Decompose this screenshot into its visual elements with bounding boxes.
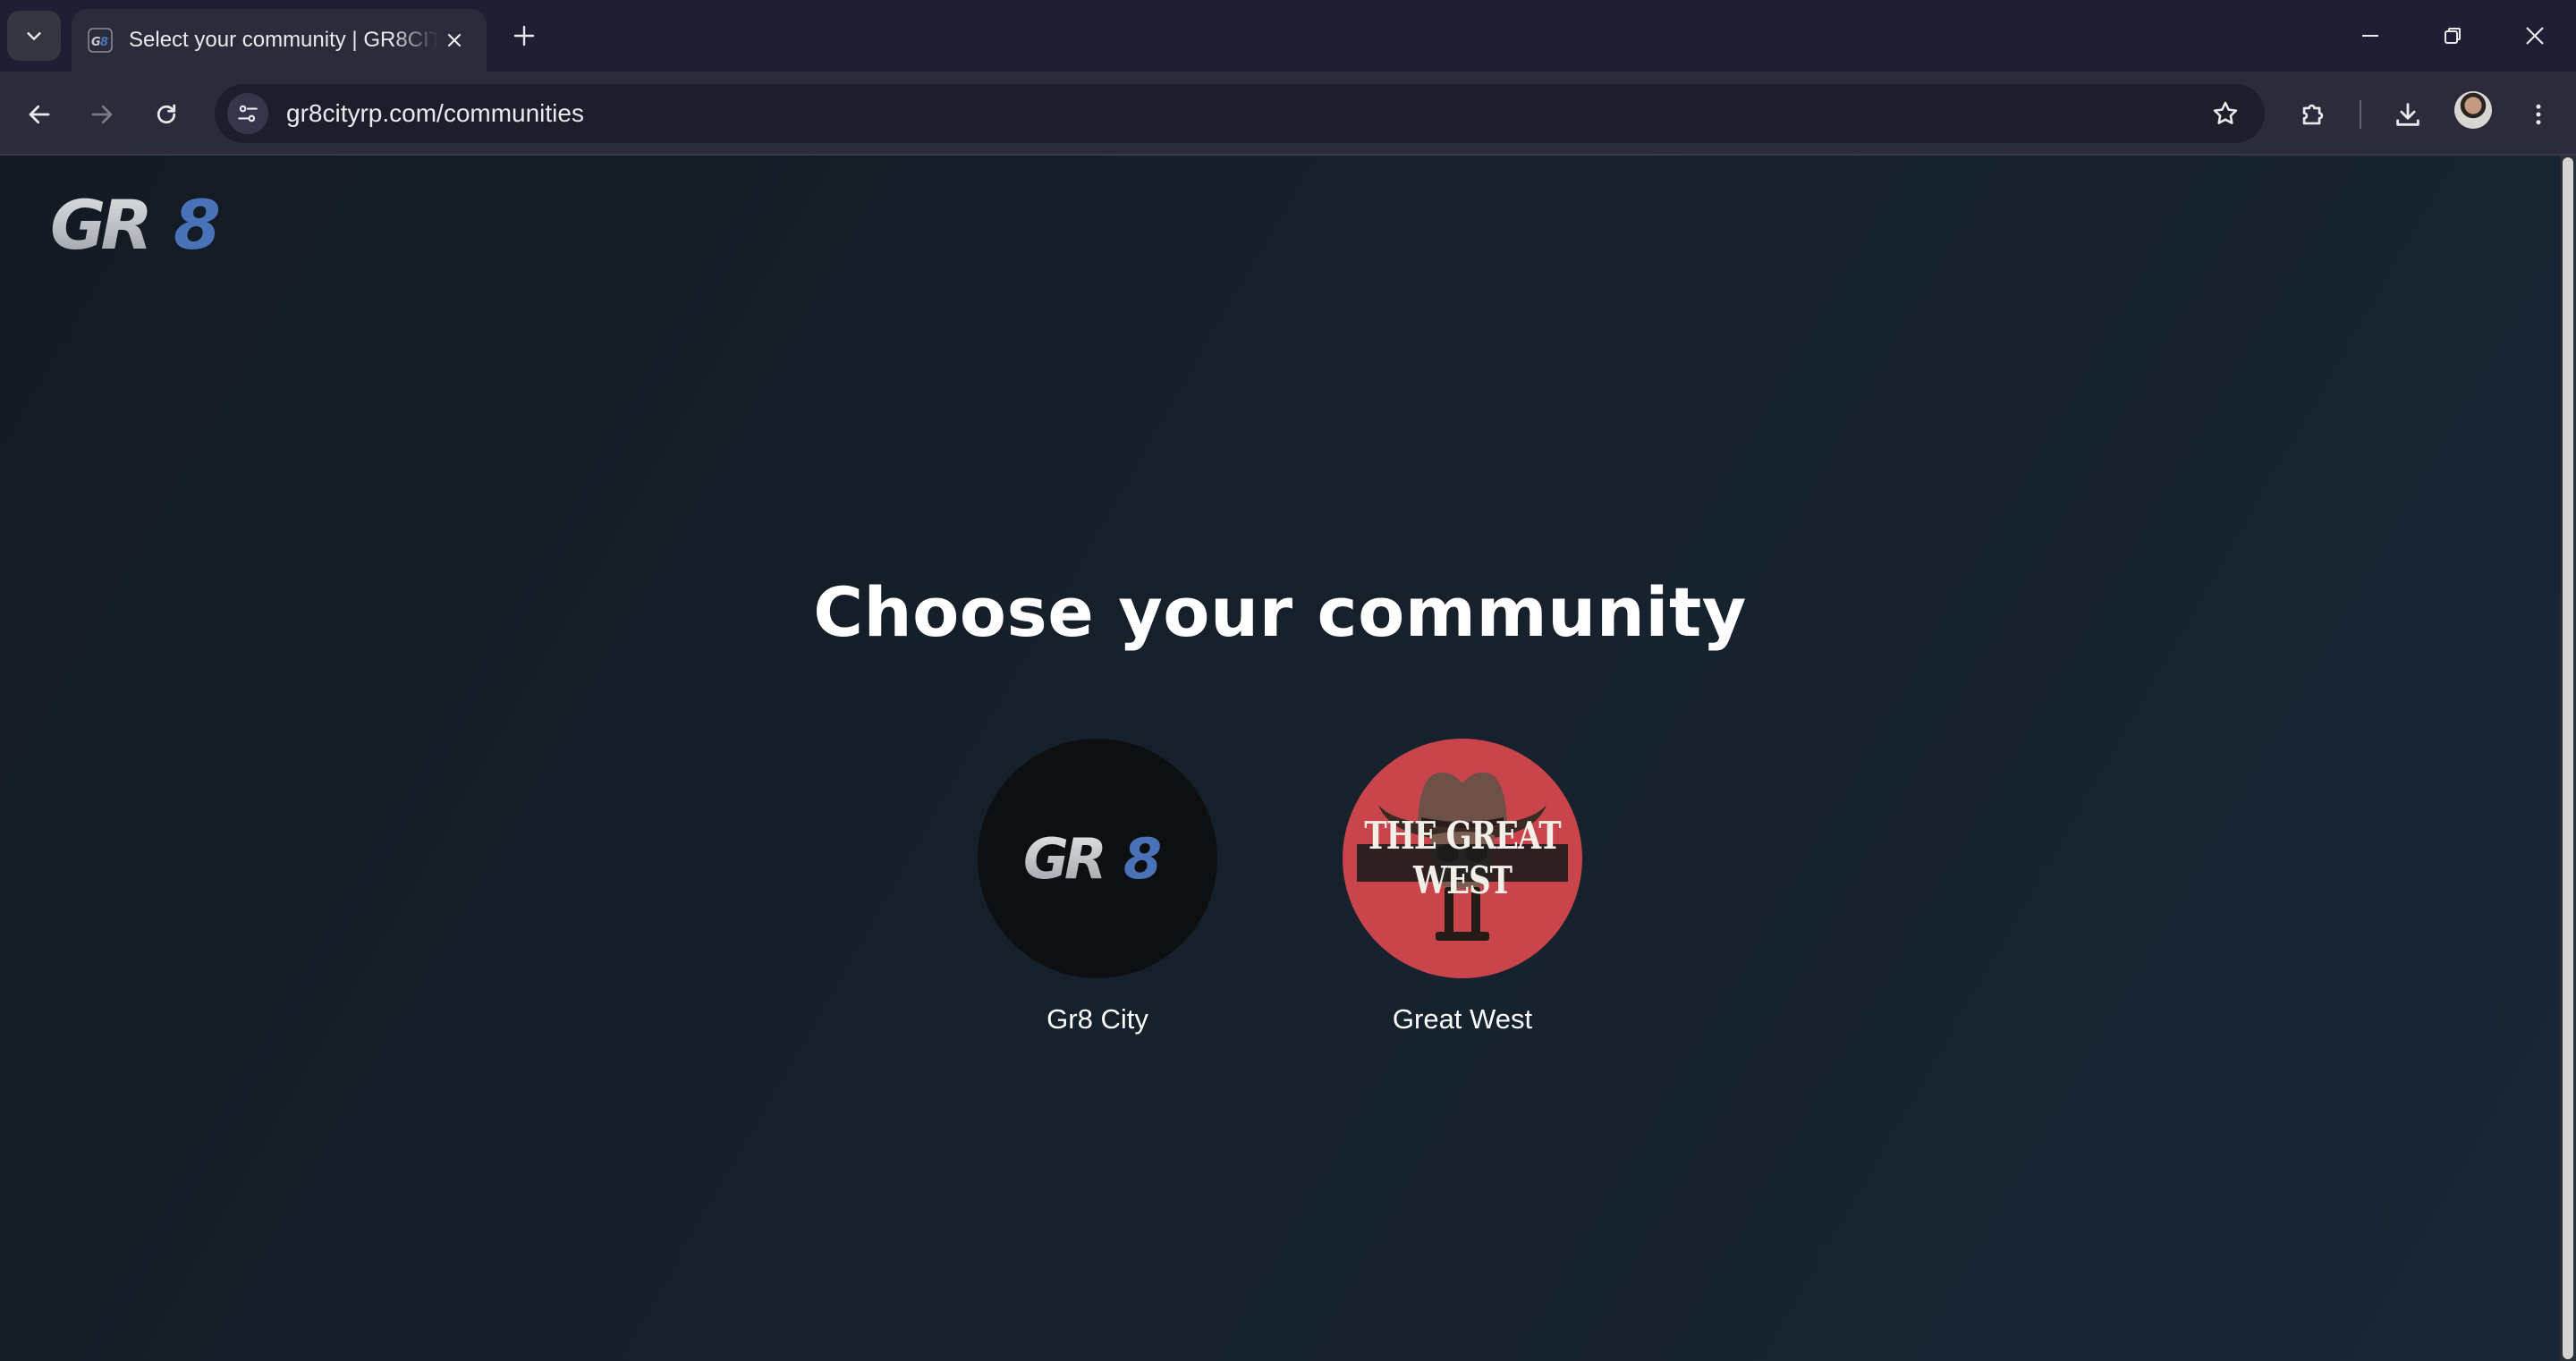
gr8-logo-icon: GR 8 bbox=[50, 185, 221, 265]
gr8-logo-icon: GR 8 bbox=[1023, 830, 1162, 887]
new-tab-button[interactable] bbox=[504, 16, 544, 55]
forward-button[interactable] bbox=[79, 91, 125, 138]
svg-text:8: 8 bbox=[1123, 830, 1162, 887]
active-tab[interactable]: G8 Select your community | GR8CITY bbox=[72, 9, 487, 72]
tab-title: Select your community | GR8CITY bbox=[129, 28, 438, 52]
restore-icon bbox=[2445, 28, 2461, 44]
puzzle-icon bbox=[2302, 104, 2324, 125]
star-icon bbox=[2213, 101, 2238, 124]
back-button[interactable] bbox=[16, 91, 63, 138]
minimize-button[interactable] bbox=[2329, 0, 2411, 72]
plus-icon bbox=[513, 25, 535, 46]
bookmark-button[interactable] bbox=[2202, 90, 2249, 137]
toolbar-divider bbox=[2360, 100, 2361, 129]
community-card-great-west[interactable]: THE GREAT WEST Great West bbox=[1342, 739, 1583, 1036]
url-text[interactable]: gr8cityrp.com/communities bbox=[286, 99, 2202, 128]
svg-text:GR: GR bbox=[1023, 830, 1103, 887]
restore-button[interactable] bbox=[2411, 0, 2494, 72]
downloads-button[interactable] bbox=[2385, 91, 2431, 138]
svg-text:GR: GR bbox=[50, 191, 148, 256]
site-info-button[interactable] bbox=[227, 93, 268, 134]
scrollbar-thumb[interactable] bbox=[2563, 157, 2573, 1359]
tab-search-button[interactable] bbox=[7, 11, 61, 61]
page-heading: Choose your community bbox=[813, 572, 1747, 652]
community-name[interactable]: Great West bbox=[1393, 1003, 1532, 1036]
browser-toolbar: gr8cityrp.com/communities bbox=[0, 72, 2576, 156]
tab-strip: G8 Select your community | GR8CITY bbox=[0, 0, 2576, 72]
page-viewport: GR 8 Choose your community GR 8 Gr8 City bbox=[0, 156, 2560, 1361]
chevron-down-icon bbox=[27, 32, 41, 40]
arrow-left-icon bbox=[29, 105, 50, 124]
close-icon bbox=[447, 33, 462, 47]
close-window-button[interactable] bbox=[2494, 0, 2576, 72]
svg-text:8: 8 bbox=[100, 36, 108, 49]
community-logo-great-west[interactable]: THE GREAT WEST bbox=[1343, 739, 1582, 978]
minimize-icon bbox=[2362, 35, 2378, 37]
svg-text:8: 8 bbox=[174, 191, 221, 256]
kebab-menu-icon bbox=[2536, 104, 2541, 125]
extensions-button[interactable] bbox=[2290, 91, 2336, 138]
site-logo[interactable]: GR 8 bbox=[48, 185, 242, 265]
download-icon bbox=[2396, 103, 2419, 126]
close-icon bbox=[2526, 27, 2544, 45]
reload-button[interactable] bbox=[143, 91, 190, 138]
address-bar[interactable]: gr8cityrp.com/communities bbox=[215, 84, 2265, 143]
arrow-right-icon bbox=[91, 105, 113, 124]
profile-avatar[interactable] bbox=[2454, 91, 2492, 129]
community-card-gr8-city[interactable]: GR 8 Gr8 City bbox=[977, 739, 1218, 1036]
cowboy-hat-logo-icon bbox=[1357, 772, 1568, 941]
tune-icon bbox=[238, 105, 258, 123]
tab-close-button[interactable] bbox=[438, 24, 470, 56]
community-name[interactable]: Gr8 City bbox=[1046, 1003, 1148, 1036]
reload-icon bbox=[157, 104, 176, 124]
browser-menu-button[interactable] bbox=[2515, 91, 2562, 138]
page-scrollbar[interactable] bbox=[2560, 156, 2576, 1361]
community-logo-gr8-city[interactable]: GR 8 bbox=[978, 739, 1217, 978]
gr8-favicon-icon: G8 bbox=[88, 28, 113, 53]
